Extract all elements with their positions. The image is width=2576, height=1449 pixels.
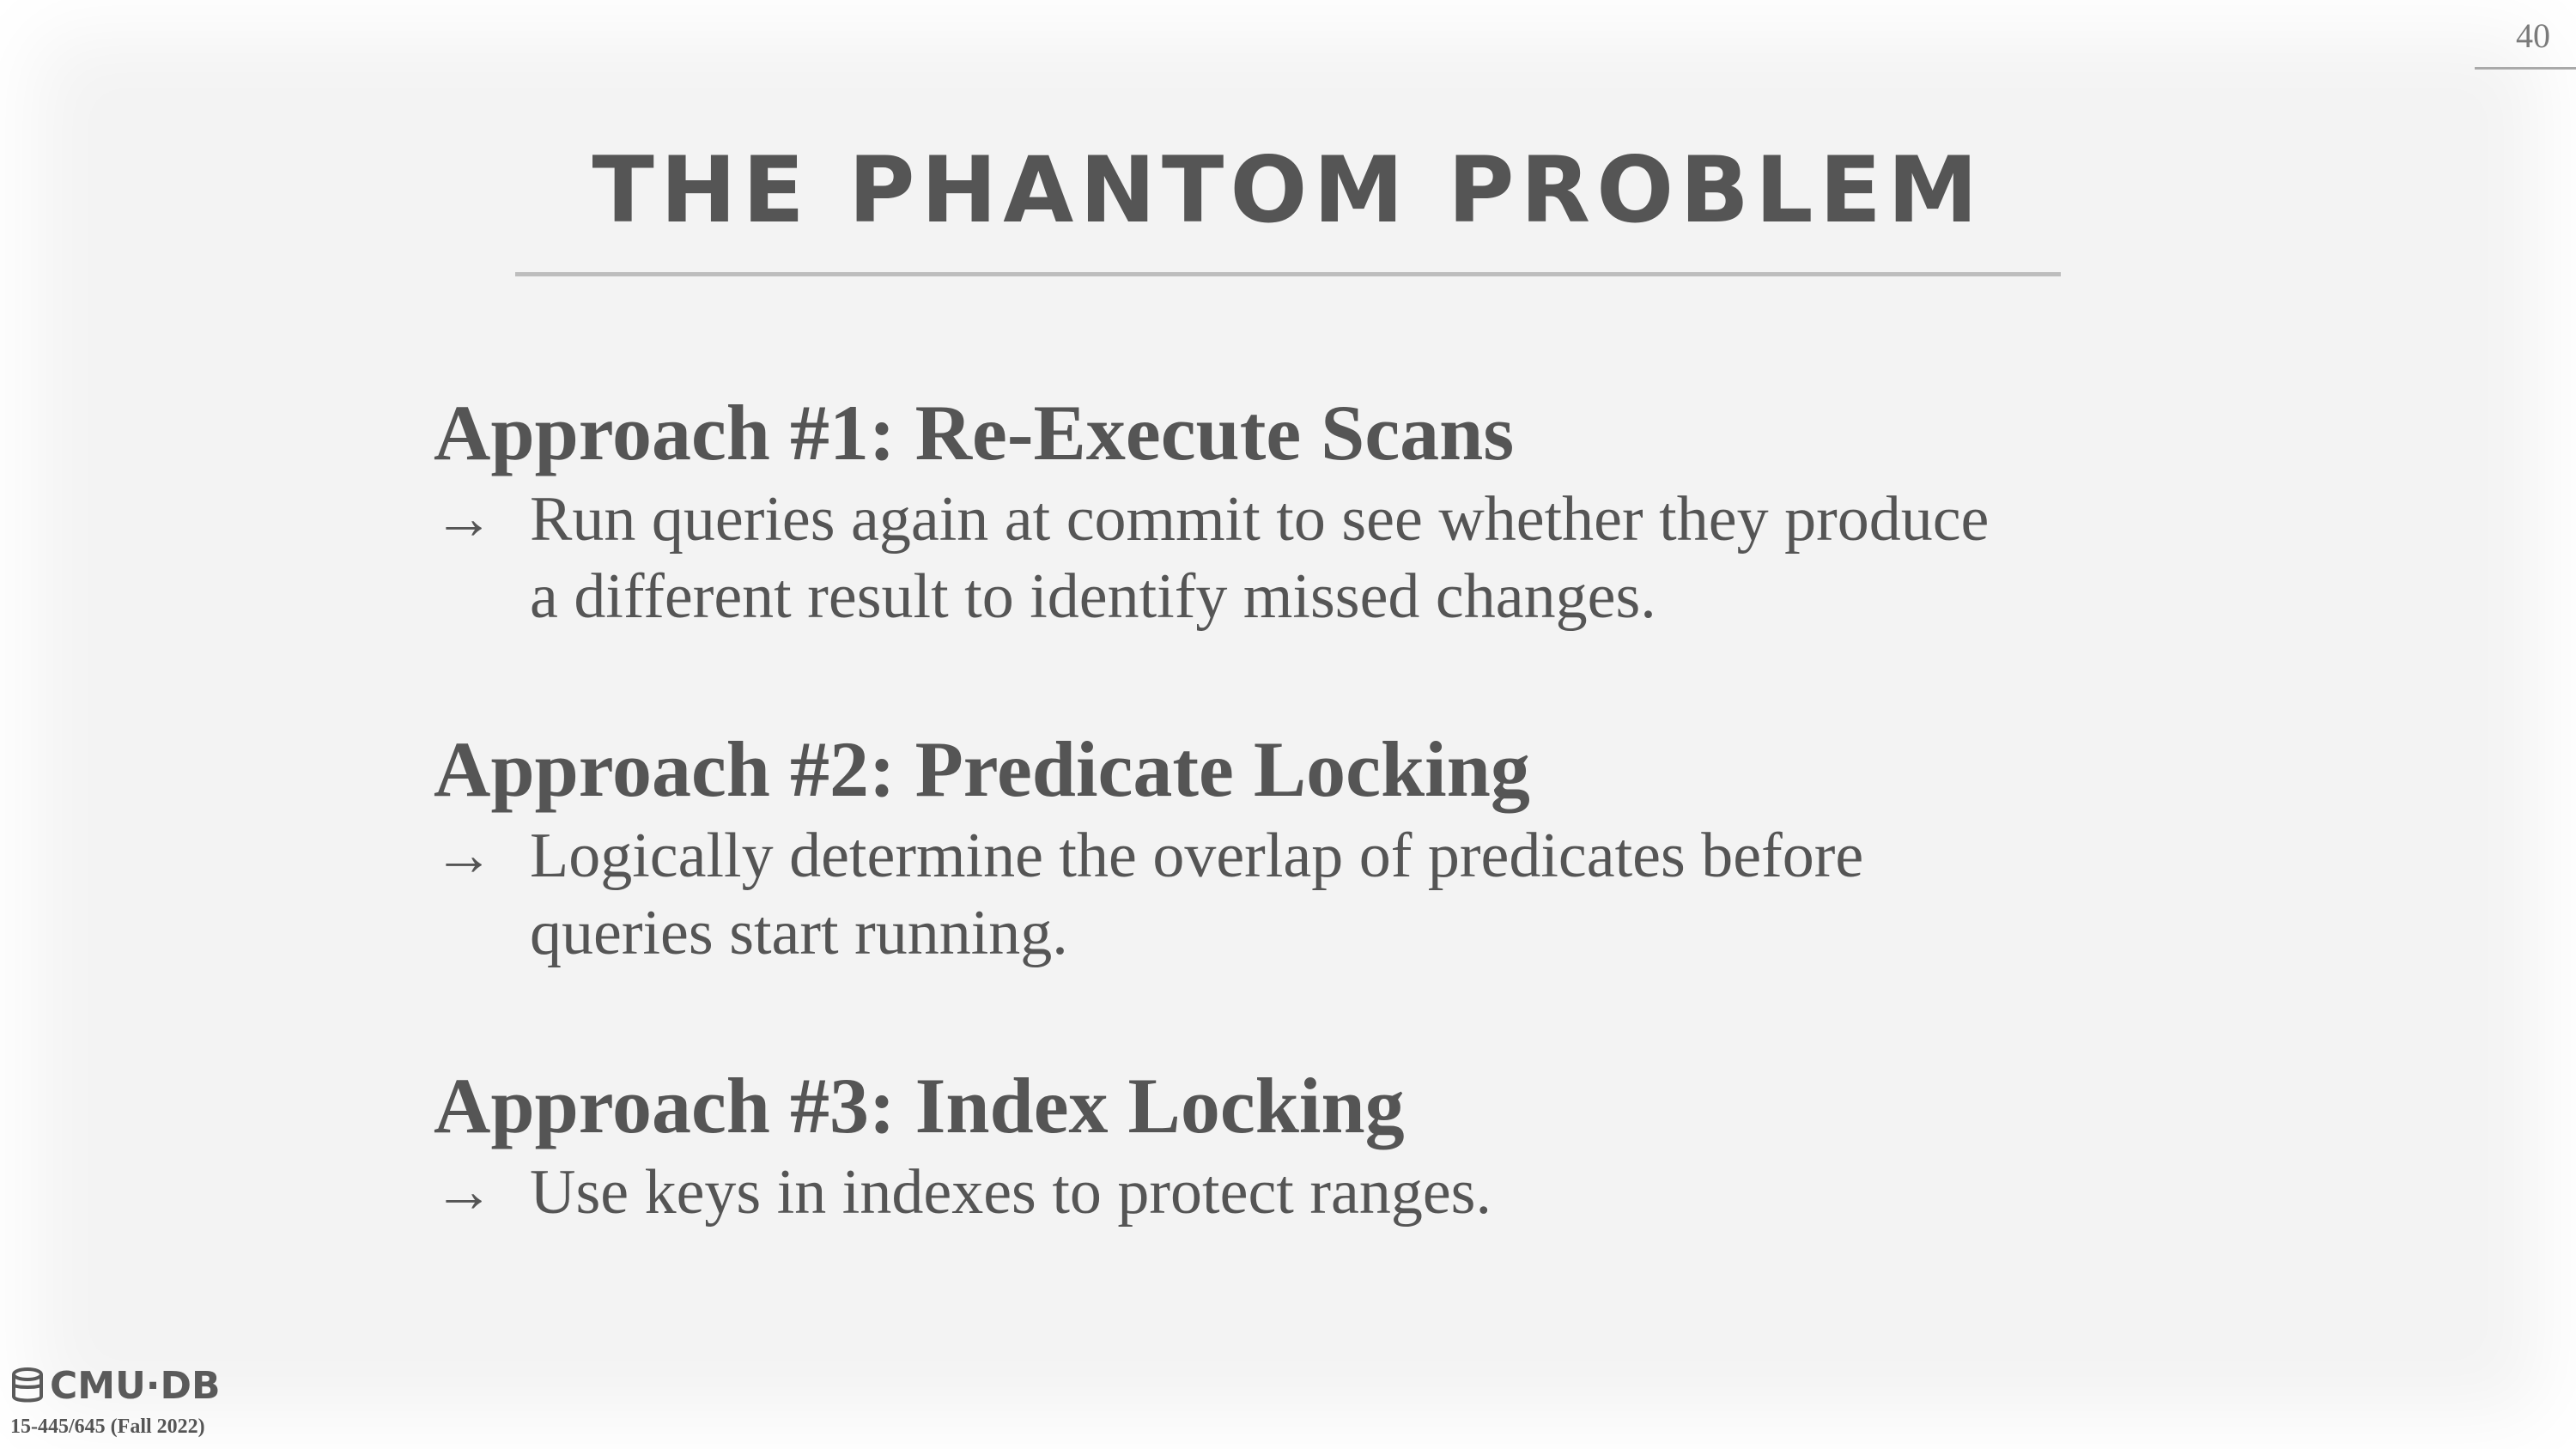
approach-bullet: → Logically determine the overlap of pre…: [434, 817, 2366, 972]
approach-3: Approach #3: Index Locking → Use keys in…: [434, 1058, 2366, 1231]
slide-title: THE PHANTOM PROBLEM: [592, 137, 1984, 243]
slide-content: Approach #1: Re-Execute Scans → Run quer…: [434, 385, 2366, 1317]
approach-heading: Approach #3: Index Locking: [434, 1062, 1405, 1149]
approach-bullet: → Run queries again at commit to see whe…: [434, 481, 2366, 635]
arrow-icon: →: [434, 486, 494, 552]
approach-2: Approach #2: Predicate Locking → Logical…: [434, 721, 2366, 972]
page-number: 40: [2516, 16, 2550, 55]
logo-text: CMU·DB: [50, 1364, 221, 1408]
bullet-line: Use keys in indexes to protect ranges.: [530, 1157, 1492, 1228]
page-number-rule: [2475, 67, 2576, 70]
cmu-db-logo: CMU·DB: [10, 1364, 221, 1408]
bullet-line: Logically determine the overlap of predi…: [530, 821, 1864, 891]
arrow-icon: →: [434, 822, 494, 888]
approach-1: Approach #1: Re-Execute Scans → Run quer…: [434, 385, 2366, 635]
title-underline: [515, 272, 2061, 276]
database-icon: [12, 1367, 43, 1402]
approach-heading: Approach #2: Predicate Locking: [434, 725, 1530, 813]
arrow-icon: →: [434, 1159, 494, 1225]
bullet-line: Run queries again at commit to see wheth…: [530, 484, 1990, 555]
approach-bullet: → Use keys in indexes to protect ranges.: [434, 1154, 2366, 1231]
bullet-line: queries start running.: [530, 898, 1068, 968]
approach-heading: Approach #1: Re-Execute Scans: [434, 389, 1515, 476]
slide: 40 THE PHANTOM PROBLEM Approach #1: Re-E…: [0, 0, 2576, 1449]
bullet-line: a different result to identify missed ch…: [530, 561, 1656, 632]
course-label: 15-445/645 (Fall 2022): [10, 1416, 205, 1438]
